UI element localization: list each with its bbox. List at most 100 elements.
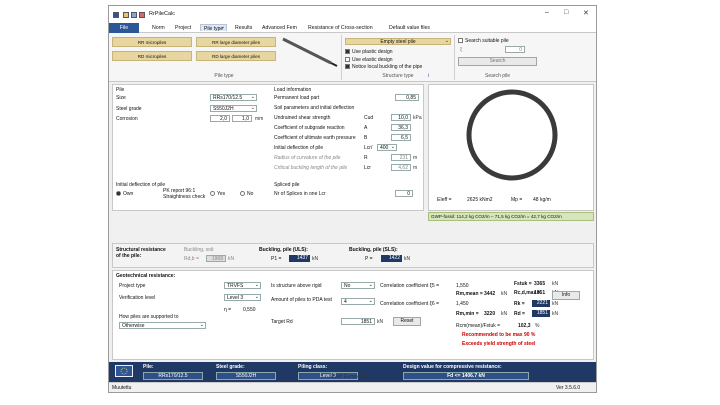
no-label: No xyxy=(247,191,254,197)
rk-label: Rk = xyxy=(514,301,525,307)
rk-value: 2221 xyxy=(532,300,550,307)
size-select[interactable]: RRs170/12.5 xyxy=(210,94,257,101)
structure-type-select[interactable]: Empty steel pile xyxy=(345,38,451,45)
pda-label: Amount of piles to PDA test xyxy=(271,297,332,303)
plastic-design-option[interactable]: Use plastic design xyxy=(345,49,393,55)
reset-button[interactable]: Reset xyxy=(393,317,421,326)
buckling-soil-unit: kN xyxy=(228,256,235,262)
corrosion-input-b[interactable]: 1,0 xyxy=(232,115,252,122)
radius-curvature-label: Radius of curvature of the pile xyxy=(274,155,341,161)
status-company: SSAB Europe Oy xyxy=(329,374,368,380)
eta-label: η = xyxy=(224,307,232,313)
subgrade-reaction-input[interactable]: 36,3 xyxy=(391,124,411,131)
save-icon[interactable] xyxy=(131,12,137,18)
close-file-icon[interactable] xyxy=(139,12,145,18)
fstuk-unit: kN xyxy=(552,281,559,287)
search-xi-input[interactable]: 0 xyxy=(505,46,525,53)
supported-label: How piles are supported to xyxy=(119,314,179,320)
initial-deflection-select[interactable]: 400 xyxy=(377,144,397,151)
target-input[interactable]: 1851 xyxy=(341,318,375,325)
yes-radio[interactable] xyxy=(210,191,215,197)
rcd-max-value: 1851 xyxy=(534,290,546,296)
tab-resistance[interactable]: Resistance of Cross-section xyxy=(308,25,373,31)
title-bar: RrPileCalc – □ ✕ xyxy=(109,6,596,23)
rigid-select[interactable]: No xyxy=(341,282,375,289)
corr1-label: Correlation coefficient ξ5 = xyxy=(380,283,439,289)
rr-large-piles-button[interactable]: RR large diameter piles xyxy=(196,37,276,47)
no-radio[interactable] xyxy=(240,191,245,197)
local-buckling-option[interactable]: Notice local buckling of the pipe xyxy=(345,64,422,70)
elastic-design-option[interactable]: Use elastic design xyxy=(345,57,393,63)
project-type-select[interactable]: TRVFS xyxy=(224,282,261,289)
init-deflection-heading: Initial deflection of pile xyxy=(116,182,166,188)
tab-norm[interactable]: Norm xyxy=(152,25,165,31)
target-unit: kN xyxy=(377,319,384,325)
local-buckling-label: Notice local buckling of the pipe xyxy=(352,64,423,70)
plastic-design-label: Use plastic design xyxy=(352,49,393,55)
buckling-soil-label: Buckling, soil: xyxy=(184,247,215,253)
pile-illustration-icon xyxy=(282,37,338,67)
yes-option[interactable]: Yes xyxy=(210,191,225,197)
search-xi-label: ξ xyxy=(460,47,463,53)
plastic-design-checkbox[interactable] xyxy=(345,49,350,55)
buckling-soil-value: 1968 xyxy=(206,255,226,262)
initial-deflection-label: Initial deflection of pile xyxy=(274,145,324,151)
splices-stepper[interactable]: 0 xyxy=(395,190,413,197)
tab-pile-type[interactable]: Pile type xyxy=(200,24,228,32)
maximize-icon[interactable]: □ xyxy=(564,9,568,16)
soil-heading: Soil parameters and initial deflection xyxy=(274,105,355,111)
tab-default-values[interactable]: Default value files xyxy=(389,25,430,31)
supported-select[interactable]: Otherwise xyxy=(119,322,206,329)
undrained-shear-unit: kPa xyxy=(413,115,422,121)
fstuk-value: 3365 xyxy=(534,281,546,287)
gwp-text: GWP-fossil: 114,2 kg CO2/m – 71,5 kg CO2… xyxy=(431,214,562,219)
search-button[interactable]: Search xyxy=(458,57,537,66)
pda-select[interactable]: 4 xyxy=(341,298,375,305)
earth-pressure-label: Coefficient of ultimate earth pressure xyxy=(274,135,356,141)
corrosion-unit: mm xyxy=(255,116,264,122)
rm-min-unit: kN xyxy=(501,311,508,317)
earth-pressure-input[interactable]: 6,5 xyxy=(391,134,411,141)
geo-heading: Geotechnical resistance: xyxy=(116,273,176,279)
app-window: RrPileCalc – □ ✕ File Norm Project Pile … xyxy=(108,5,597,393)
rd-micropiles-button[interactable]: RD micropiles xyxy=(112,51,192,61)
group-structure-label: Structure type xyxy=(382,73,414,79)
steel-grade-select[interactable]: S550J2H xyxy=(210,105,257,112)
ribbon: RR micropiles RR large diameter piles RD… xyxy=(109,33,596,82)
ratio-label: Rcm(mean)/Fstuk = xyxy=(456,323,501,329)
app-icon xyxy=(113,12,119,18)
rd-large-piles-button[interactable]: RD large diameter piles xyxy=(196,51,276,61)
subgrade-reaction-symbol: A xyxy=(364,125,368,131)
local-buckling-checkbox[interactable] xyxy=(345,64,350,70)
verification-select[interactable]: Level 3 xyxy=(224,294,261,301)
tab-file[interactable]: File xyxy=(109,23,139,33)
permanent-load-input[interactable]: 0,85 xyxy=(395,94,419,101)
structure-info-icon[interactable]: i xyxy=(428,73,429,79)
ratio-unit: % xyxy=(535,323,540,329)
summary-steel-label: Steel grade: xyxy=(216,364,245,370)
ei-label: EIeff = xyxy=(437,197,452,203)
rigid-label: Is structure above rigid xyxy=(271,283,322,289)
corrosion-input-a[interactable]: 2,0 xyxy=(210,115,230,122)
radius-curvature-symbol: R xyxy=(364,155,368,161)
tab-advanced-fem[interactable]: Advanced Fem xyxy=(262,25,297,31)
mass-value: 48 kg/m xyxy=(533,197,551,203)
close-icon[interactable]: ✕ xyxy=(583,9,589,17)
eu-flag-icon xyxy=(115,365,133,377)
info-button[interactable]: Info xyxy=(552,291,580,300)
search-suitable-option[interactable]: Search suitable pile xyxy=(458,38,509,44)
elastic-design-checkbox[interactable] xyxy=(345,57,350,63)
no-option[interactable]: No xyxy=(240,191,253,197)
straightness-label: Straightness check xyxy=(163,194,206,200)
summary-class-label: Piling class: xyxy=(298,364,328,370)
search-suitable-checkbox[interactable] xyxy=(458,38,463,44)
open-icon[interactable] xyxy=(123,12,129,18)
undrained-shear-input[interactable]: 10,0 xyxy=(391,114,411,121)
tab-results[interactable]: Results xyxy=(235,25,252,31)
own-radio[interactable] xyxy=(116,191,121,197)
own-option[interactable]: Own xyxy=(116,191,133,197)
rr-micropiles-button[interactable]: RR micropiles xyxy=(112,37,192,47)
geotechnical-panel: Geotechnical resistance: Project type TR… xyxy=(112,270,594,360)
tab-project[interactable]: Project xyxy=(175,25,191,31)
minimize-icon[interactable]: – xyxy=(545,9,549,16)
